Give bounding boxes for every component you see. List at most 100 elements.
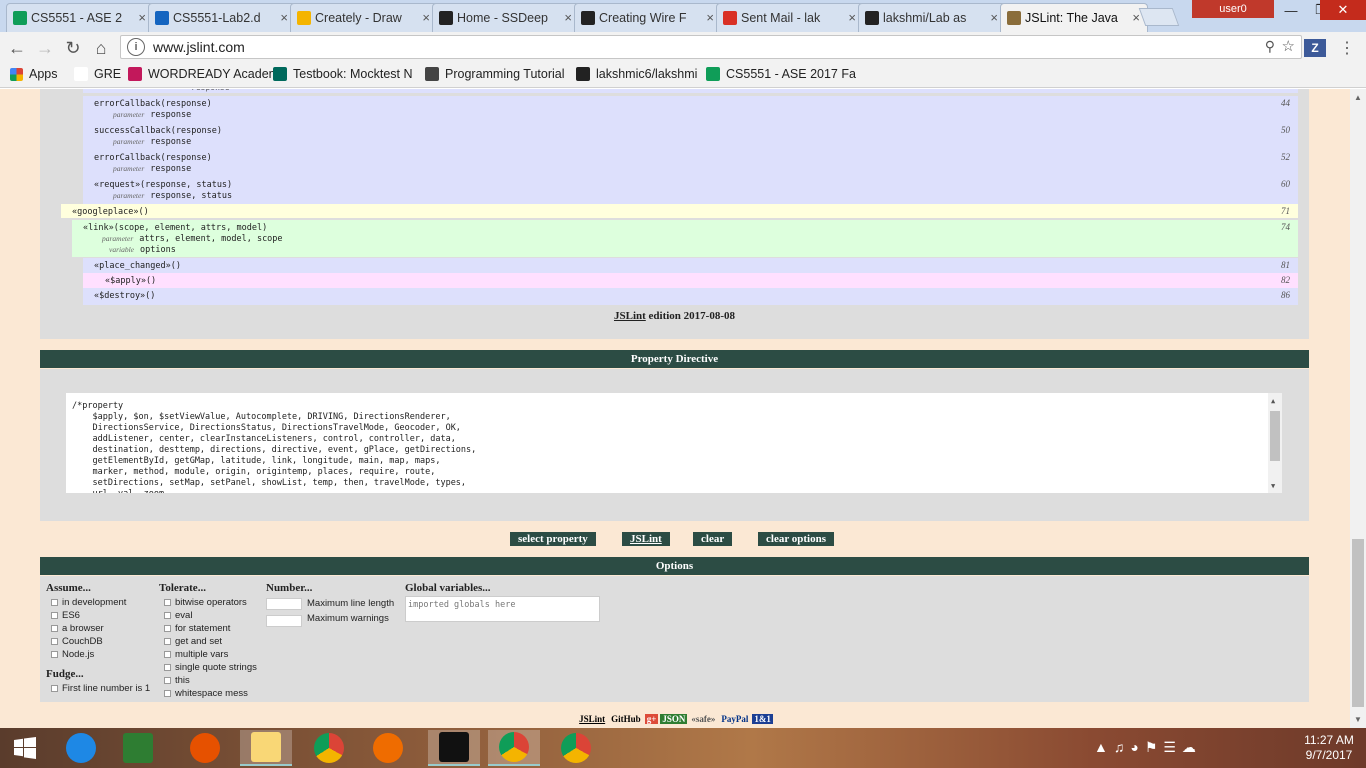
bookmark-0[interactable]: GRE [74,67,121,81]
page-scroll-down-icon[interactable]: ▼ [1354,715,1362,724]
clock[interactable]: 11:27 AM 9/7/2017 [1294,733,1364,763]
taskbar-app[interactable] [550,730,602,766]
bookmark-3[interactable]: Programming Tutorial [425,67,565,81]
tolerate-option[interactable]: multiple vars [159,648,257,661]
tab-close-icon[interactable]: × [706,10,714,25]
checkbox[interactable] [51,599,58,606]
checkbox[interactable] [164,638,171,645]
checkbox[interactable] [164,625,171,632]
assume-option[interactable]: Node.js [46,648,150,661]
checkbox[interactable] [164,612,171,619]
tolerate-option[interactable]: for statement [159,622,257,635]
tab-5[interactable]: Sent Mail - lak × [716,3,864,32]
checkbox[interactable] [51,651,58,658]
tab-close-icon[interactable]: × [564,10,572,25]
textarea-scroll-thumb[interactable] [1270,411,1280,461]
bookmark-4[interactable]: lakshmic6/lakshmi [576,67,697,81]
taskbar-app[interactable] [55,730,107,766]
reload-icon[interactable]: ↻ [62,37,84,59]
assume-option[interactable]: ES6 [46,609,150,622]
tab-close-icon[interactable]: × [990,10,998,25]
property-directive-textarea[interactable]: /*property $apply, $on, $setViewValue, A… [66,393,1282,493]
number-option[interactable]: Maximum line length [266,596,394,611]
apps-shortcut[interactable]: Apps [10,67,58,81]
clear-options-button[interactable]: clear options [758,532,834,546]
bookmark-2[interactable]: Testbook: Mocktest N [273,67,413,81]
fudge-option[interactable]: First line number is 1 [46,682,150,695]
tab-close-icon[interactable]: × [1132,10,1140,25]
address-bar[interactable]: i www.jslint.com ⚲ ☆ [120,35,1302,59]
profile-badge[interactable]: user0 [1192,0,1274,18]
tab-1[interactable]: CS5551-Lab2.d × [148,3,296,32]
clear-button[interactable]: clear [693,532,733,546]
footer-badge-link[interactable]: JSON [660,714,688,724]
footer-badge-link[interactable]: 1&1 [752,714,773,724]
tab-3[interactable]: Home - SSDeep × [432,3,580,32]
tab-close-icon[interactable]: × [138,10,146,25]
tolerate-option[interactable]: eval [159,609,257,622]
back-icon[interactable]: ← [6,37,28,59]
assume-option[interactable]: a browser [46,622,150,635]
menu-icon[interactable]: ⋮ [1336,37,1358,59]
tab-7[interactable]: JSLint: The Java × [1000,3,1148,32]
checkbox[interactable] [51,638,58,645]
number-input[interactable] [266,614,302,627]
new-tab-button[interactable] [1138,8,1180,26]
scroll-down-icon[interactable]: ▼ [1271,481,1275,492]
page-scroll-up-icon[interactable]: ▲ [1354,93,1362,102]
taskbar-app[interactable] [240,730,292,766]
taskbar-app[interactable] [488,730,540,766]
number-input[interactable] [266,597,302,610]
checkbox[interactable] [51,625,58,632]
footer-badge-link[interactable]: «safe» [689,714,718,724]
tolerate-option[interactable]: single quote strings [159,661,257,674]
scroll-up-icon[interactable]: ▲ [1271,396,1275,407]
checkbox[interactable] [164,690,171,697]
tab-0[interactable]: CS5551 - ASE 2 × [6,3,154,32]
tolerate-option[interactable]: whitespace mess [159,687,257,700]
minimize-icon[interactable]: — [1276,0,1306,20]
zoom-icon[interactable]: ⚲ [1265,38,1275,55]
zotero-extension-icon[interactable]: Z [1304,39,1326,57]
jslint-link[interactable]: JSLint [614,310,646,322]
bookmark-5[interactable]: CS5551 - ASE 2017 Fa [706,67,856,81]
taskbar-app[interactable] [179,730,231,766]
bookmark-1[interactable]: WORDREADY Academ [128,67,279,81]
tab-2[interactable]: Creately - Draw × [290,3,438,32]
tab-4[interactable]: Creating Wire F × [574,3,722,32]
info-icon[interactable]: i [127,38,145,56]
page-scrollbar[interactable]: ▲ ▼ [1350,89,1366,729]
tolerate-option[interactable]: bitwise operators [159,596,257,609]
footer-badge-link[interactable]: g+ [644,714,659,724]
taskbar-app[interactable] [428,730,480,766]
checkbox[interactable] [164,651,171,658]
taskbar-app[interactable] [112,730,164,766]
global-variables-input[interactable]: imported globals here [405,596,600,622]
checkbox[interactable] [164,677,171,684]
select-property-button[interactable]: select property [510,532,596,546]
assume-option[interactable]: in development [46,596,150,609]
home-icon[interactable]: ⌂ [90,37,112,59]
footer-badge-link[interactable]: GitHub [609,714,643,724]
start-button[interactable] [0,730,50,766]
checkbox[interactable] [51,612,58,619]
taskbar-app[interactable] [362,730,414,766]
number-option[interactable]: Maximum warnings [266,611,394,627]
checkbox[interactable] [51,685,58,692]
bookmark-star-icon[interactable]: ☆ [1282,37,1295,55]
textarea-scrollbar[interactable]: ▲ ▼ [1268,393,1282,493]
close-window-icon[interactable]: ✕ [1320,0,1366,20]
tab-close-icon[interactable]: × [280,10,288,25]
tab-6[interactable]: lakshmi/Lab as × [858,3,1006,32]
jslint-button[interactable]: JSLint [622,532,670,546]
taskbar-app[interactable] [303,730,355,766]
assume-option[interactable]: CouchDB [46,635,150,648]
tab-close-icon[interactable]: × [848,10,856,25]
page-scroll-thumb[interactable] [1352,539,1364,707]
forward-icon[interactable]: → [34,37,56,59]
tolerate-option[interactable]: this [159,674,257,687]
footer-badge-link[interactable]: PayPal [719,714,751,724]
footer-badge-link[interactable]: JSLint [577,714,608,724]
checkbox[interactable] [164,664,171,671]
tab-close-icon[interactable]: × [422,10,430,25]
